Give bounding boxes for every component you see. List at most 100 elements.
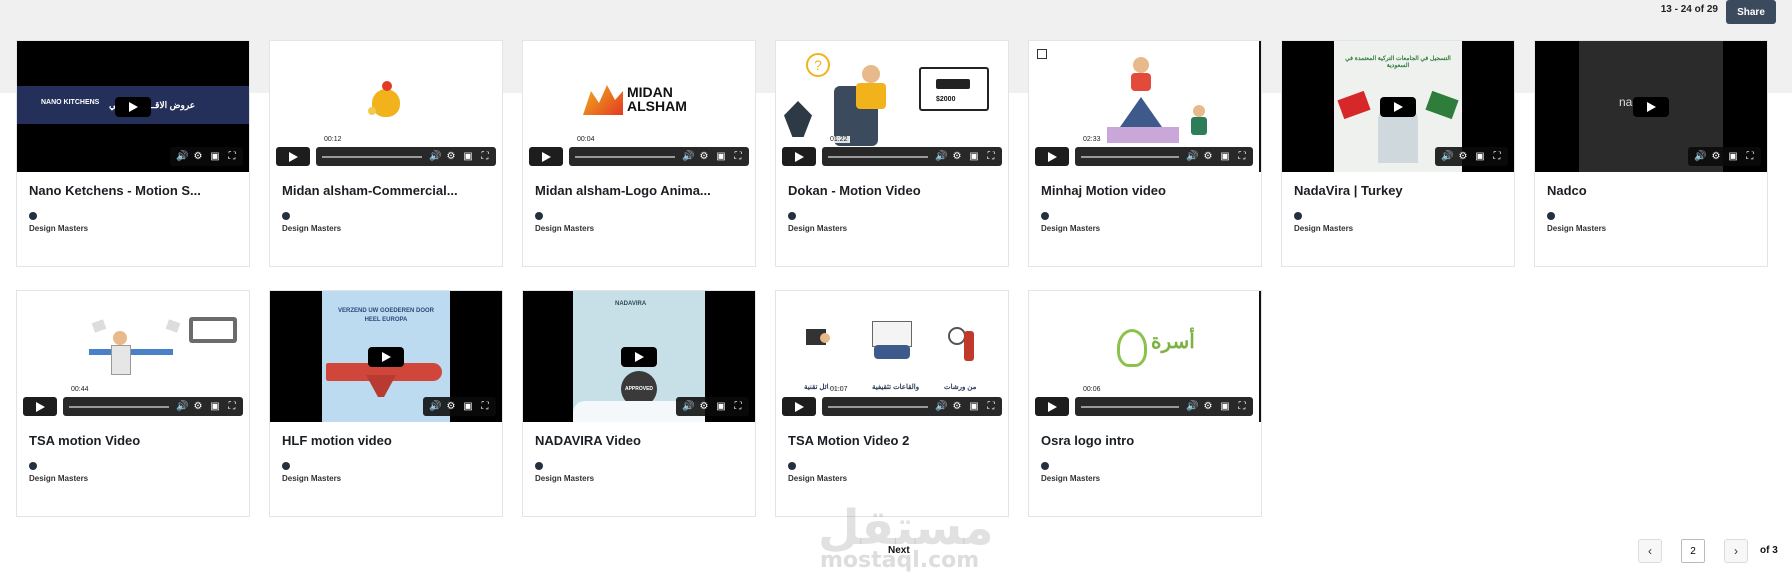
fullscreen-icon[interactable]: ⛶ (733, 151, 743, 162)
progress-track[interactable] (1081, 405, 1179, 408)
video-title[interactable]: Minhaj Motion video (1041, 183, 1253, 198)
volume-icon[interactable]: 🔊 (429, 151, 441, 162)
video-card[interactable]: NANO KITCHENS عروض الاقــ ـم الوطني 🔊 ⚙ … (16, 40, 250, 267)
share-button[interactable]: Share (1726, 0, 1776, 24)
video-title[interactable]: NadaVira | Turkey (1294, 183, 1506, 198)
volume-icon[interactable]: 🔊 (682, 151, 694, 162)
volume-icon[interactable]: 🔊 (1186, 151, 1198, 162)
gear-icon[interactable]: ⚙ (446, 151, 456, 162)
owner-name[interactable]: Design Masters (1041, 224, 1100, 233)
progress-track[interactable] (575, 155, 675, 158)
play-button[interactable] (115, 96, 151, 117)
video-thumbnail[interactable]: أسرة 00:06 🔊 ⚙ ▣ ⛶ (1029, 291, 1261, 422)
video-card[interactable]: التسجيل في الجامعات التركية المعتمدة في … (1281, 40, 1515, 267)
progress-track[interactable] (828, 405, 928, 408)
gear-icon[interactable]: ⚙ (952, 151, 962, 162)
progress-track[interactable] (69, 405, 169, 408)
pip-icon[interactable]: ▣ (463, 401, 473, 412)
progress-track[interactable] (1081, 155, 1179, 158)
gear-icon[interactable]: ⚙ (952, 401, 962, 412)
progress-area[interactable]: 00:12 🔊 ⚙ ▣ ⛶ (316, 136, 496, 166)
progress-area[interactable]: 01:07 🔊 ⚙ ▣ ⛶ (822, 386, 1002, 416)
video-title[interactable]: Midan alsham-Commercial... (282, 183, 494, 198)
next-page-button[interactable]: › (1724, 539, 1748, 563)
volume-icon[interactable]: 🔊 (935, 151, 947, 162)
pip-icon[interactable]: ▣ (969, 151, 979, 162)
video-title[interactable]: Nadco (1547, 183, 1759, 198)
owner-name[interactable]: Design Masters (282, 474, 341, 483)
video-title[interactable]: Midan alsham-Logo Anima... (535, 183, 747, 198)
volume-icon[interactable]: 🔊 (429, 401, 441, 412)
owner-name[interactable]: Design Masters (1294, 224, 1353, 233)
pip-icon[interactable]: ▣ (1728, 151, 1738, 162)
play-button[interactable] (23, 397, 57, 416)
fullscreen-icon[interactable]: ⛶ (480, 151, 490, 162)
owner-name[interactable]: Design Masters (535, 474, 594, 483)
pip-icon[interactable]: ▣ (969, 401, 979, 412)
volume-icon[interactable]: 🔊 (176, 401, 188, 412)
page-number-input[interactable] (1681, 539, 1705, 563)
video-title[interactable]: Osra logo intro (1041, 433, 1253, 448)
volume-icon[interactable]: 🔊 (176, 151, 188, 162)
gear-icon[interactable]: ⚙ (1711, 151, 1721, 162)
owner-name[interactable]: Design Masters (788, 474, 847, 483)
video-thumbnail[interactable]: nadcou 🔊 ⚙ ▣ ⛶ (1535, 41, 1767, 172)
fullscreen-icon[interactable]: ⛶ (986, 151, 996, 162)
gear-icon[interactable]: ⚙ (1203, 151, 1213, 162)
video-card[interactable]: nadcou 🔊 ⚙ ▣ ⛶ Nadco Design Masters (1534, 40, 1768, 267)
video-title[interactable]: NADAVIRA Video (535, 433, 747, 448)
video-thumbnail[interactable]: 00:44 🔊 ⚙ ▣ ⛶ (17, 291, 249, 422)
play-button[interactable] (782, 147, 816, 166)
fullscreen-icon[interactable]: ⛶ (1745, 151, 1755, 162)
video-card[interactable]: ومسائل تقنية والقاعات تثقيفية من ورشات 0… (775, 290, 1009, 517)
play-button[interactable] (1380, 96, 1416, 117)
play-button[interactable] (529, 147, 563, 166)
pip-icon[interactable]: ▣ (210, 151, 220, 162)
gear-icon[interactable]: ⚙ (446, 401, 456, 412)
owner-name[interactable]: Design Masters (29, 224, 88, 233)
video-card[interactable]: أسرة 00:06 🔊 ⚙ ▣ ⛶ Osra logo intro Desig… (1028, 290, 1262, 517)
play-button[interactable] (1035, 397, 1069, 416)
video-thumbnail[interactable]: 02:33 🔊 ⚙ ▣ ⛶ (1029, 41, 1261, 172)
progress-area[interactable]: 00:04 🔊 ⚙ ▣ ⛶ (569, 136, 749, 166)
gear-icon[interactable]: ⚙ (1203, 401, 1213, 412)
play-button[interactable] (1035, 147, 1069, 166)
gear-icon[interactable]: ⚙ (193, 401, 203, 412)
gear-icon[interactable]: ⚙ (699, 401, 709, 412)
video-card[interactable]: 00:12 🔊 ⚙ ▣ ⛶ Midan alsham-Commercial...… (269, 40, 503, 267)
video-thumbnail[interactable]: ? $2000 01:22 🔊 ⚙ ▣ ⛶ (776, 41, 1008, 172)
pip-icon[interactable]: ▣ (716, 151, 726, 162)
video-card[interactable]: MIDAN ALSHAM 00:04 🔊 ⚙ ▣ ⛶ Midan alsham-… (522, 40, 756, 267)
video-card[interactable]: 00:44 🔊 ⚙ ▣ ⛶ TSA motion Video Design Ma… (16, 290, 250, 517)
play-button[interactable] (621, 346, 657, 367)
video-title[interactable]: Dokan - Motion Video (788, 183, 1000, 198)
video-title[interactable]: HLF motion video (282, 433, 494, 448)
pip-icon[interactable]: ▣ (716, 401, 726, 412)
play-button[interactable] (368, 346, 404, 367)
owner-name[interactable]: Design Masters (788, 224, 847, 233)
prev-page-button[interactable]: ‹ (1638, 539, 1662, 563)
video-card[interactable]: NADAVIRA APPROVED 🔊 ⚙ ▣ ⛶ NADAVIRA Video… (522, 290, 756, 517)
volume-icon[interactable]: 🔊 (682, 401, 694, 412)
progress-area[interactable]: 02:33 🔊 ⚙ ▣ ⛶ (1075, 136, 1253, 166)
play-button[interactable] (782, 397, 816, 416)
gear-icon[interactable]: ⚙ (1458, 151, 1468, 162)
fullscreen-icon[interactable]: ⛶ (1237, 151, 1247, 162)
video-title[interactable]: TSA motion Video (29, 433, 241, 448)
progress-area[interactable]: 00:06 🔊 ⚙ ▣ ⛶ (1075, 386, 1253, 416)
video-card[interactable]: ? $2000 01:22 🔊 ⚙ ▣ ⛶ Dokan - Motion Vid… (775, 40, 1009, 267)
owner-name[interactable]: Design Masters (1041, 474, 1100, 483)
pip-icon[interactable]: ▣ (463, 151, 473, 162)
pip-icon[interactable]: ▣ (1220, 401, 1230, 412)
volume-icon[interactable]: 🔊 (1694, 151, 1706, 162)
next-link[interactable]: Next (888, 545, 910, 556)
fullscreen-icon[interactable]: ⛶ (480, 401, 490, 412)
gear-icon[interactable]: ⚙ (699, 151, 709, 162)
owner-name[interactable]: Design Masters (1547, 224, 1606, 233)
volume-icon[interactable]: 🔊 (1441, 151, 1453, 162)
owner-name[interactable]: Design Masters (282, 224, 341, 233)
video-thumbnail[interactable]: VERZEND UW GOEDEREN DOOR HEEL EUROPA 🔊 ⚙… (270, 291, 502, 422)
fullscreen-icon[interactable]: ⛶ (986, 401, 996, 412)
video-thumbnail[interactable]: NADAVIRA APPROVED 🔊 ⚙ ▣ ⛶ (523, 291, 755, 422)
play-button[interactable] (276, 147, 310, 166)
